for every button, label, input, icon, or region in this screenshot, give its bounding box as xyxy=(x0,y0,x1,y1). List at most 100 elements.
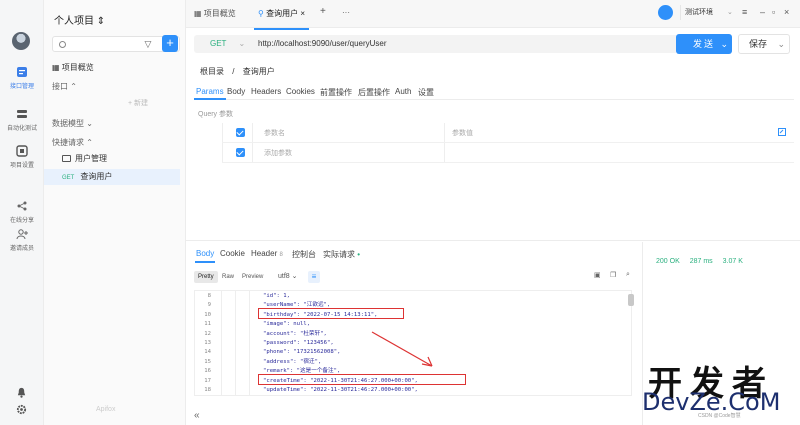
search-input[interactable] xyxy=(52,36,180,52)
item-label: 查询用户 xyxy=(80,172,113,181)
tab-query-user[interactable]: ⚲ 查询用户 × xyxy=(254,8,309,30)
scrollbar-thumb[interactable] xyxy=(628,294,634,306)
send-button[interactable]: 发送 ⌄ xyxy=(676,34,732,54)
rail-item-share[interactable]: 在线分享 xyxy=(0,200,44,224)
minimize-icon[interactable]: – xyxy=(760,7,765,17)
row-checkbox[interactable] xyxy=(236,148,245,157)
collapse-icon[interactable]: « xyxy=(194,410,200,421)
add-button[interactable]: + xyxy=(162,35,178,52)
rail-item-invite[interactable]: 邀请成员 xyxy=(0,228,44,252)
select-all-checkbox[interactable] xyxy=(236,128,245,137)
response-status: 200 OK 287 ms 3.07 K xyxy=(656,258,751,265)
sidebar-section-models[interactable]: 数据模型 ⌄ xyxy=(52,118,93,129)
close-icon[interactable]: × xyxy=(300,9,305,18)
refresh-icon[interactable] xyxy=(658,5,673,20)
tab-resp-cookie[interactable]: Cookie xyxy=(220,249,245,258)
sidebar-folder-user[interactable]: 用户管理 xyxy=(44,151,180,167)
add-param-input[interactable]: 添加参数 xyxy=(264,148,292,158)
rail-item-api-management[interactable]: 接口管理 xyxy=(0,66,44,90)
sidebar-item-query-user[interactable]: GET 查询用户 xyxy=(44,169,180,185)
tab-settings[interactable]: 设置 xyxy=(418,87,434,98)
raw-button[interactable]: Raw xyxy=(218,271,238,283)
table-header-row: 参数名 参数值 xyxy=(222,123,794,143)
chevron-down-icon: ⌄ xyxy=(86,119,93,128)
settings-icon xyxy=(16,145,28,157)
tab-bar: ▦ 项目概览 ⚲ 查询用户 × + ··· 测试环境 ⌄ ≡ – ▫ × xyxy=(186,0,800,30)
tab-resp-console[interactable]: 控制台 xyxy=(292,249,316,260)
url-input[interactable]: http://localhost:9090/user/queryUser xyxy=(250,35,676,53)
breadcrumb: 根目录 / 查询用户 xyxy=(200,66,275,77)
response-time: 287 ms xyxy=(689,258,713,265)
rail-item-label: 在线分享 xyxy=(9,218,34,224)
save-file-icon[interactable]: ▣ xyxy=(594,271,601,279)
params-table: 参数名 参数值 添加参数 xyxy=(222,123,794,165)
code-line: 8 "id": 1, xyxy=(207,293,290,299)
sidebar: 个人项目 ⇕ ▽ + ▦ 项目概览 接口 ⌃ + 新建 数据模型 ⌄ 快捷请求 … xyxy=(44,0,186,425)
breadcrumb-root[interactable]: 根目录 xyxy=(200,67,224,76)
folder-label: 用户管理 xyxy=(75,154,107,163)
encoding-select[interactable]: utf8 ⌄ xyxy=(274,271,302,283)
chevron-down-icon: ⌄ xyxy=(291,273,298,280)
new-button[interactable]: + 新建 xyxy=(98,98,178,111)
more-tabs-button[interactable]: ··· xyxy=(342,8,350,17)
tab-pre-ops[interactable]: 前置操作 xyxy=(320,87,352,98)
sidebar-section-api[interactable]: 接口 ⌃ xyxy=(52,81,77,92)
header-count-badge: 8 xyxy=(279,252,283,258)
table-row: 添加参数 xyxy=(222,143,794,163)
request-tabs: Params Body Headers Cookies 前置操作 后置操作 Au… xyxy=(194,84,794,100)
section-label: 快捷请求 xyxy=(52,138,84,147)
bell-icon[interactable] xyxy=(16,387,27,398)
method-select[interactable]: GET ⌄ xyxy=(194,35,250,53)
search-icon[interactable]: ⌕ xyxy=(626,271,630,279)
tab-headers[interactable]: Headers xyxy=(251,87,281,96)
rail-item-label: 邀请成员 xyxy=(9,246,34,252)
chevron-down-icon: ⌃ xyxy=(70,82,77,91)
chevron-down-icon[interactable]: ⌄ xyxy=(720,34,728,54)
grid-icon: ▦ xyxy=(52,63,60,72)
wrap-lines-icon[interactable]: ≡ xyxy=(308,271,320,283)
code-line: 11 "image": null, xyxy=(204,321,311,328)
tab-overview[interactable]: ▦ 项目概览 xyxy=(194,8,236,19)
highlight-birthday xyxy=(258,308,404,319)
sidebar-item-overview[interactable]: ▦ 项目概览 xyxy=(52,62,94,73)
rail-item-project-settings[interactable]: 项目设置 xyxy=(0,145,44,169)
avatar[interactable] xyxy=(12,32,30,50)
tab-cookies[interactable]: Cookies xyxy=(286,87,315,96)
project-title[interactable]: 个人项目 ⇕ xyxy=(54,12,105,27)
dot-icon: • xyxy=(355,250,361,259)
highlight-createtime xyxy=(258,374,466,385)
gear-icon[interactable] xyxy=(16,404,27,415)
rail-item-label: 项目设置 xyxy=(9,163,34,169)
tab-resp-header[interactable]: Header 8 xyxy=(251,249,283,258)
breadcrumb-sep: / xyxy=(232,67,235,76)
tab-body[interactable]: Body xyxy=(227,87,245,96)
code-line: 18 "updateTime": "2022-11-30T21:46:27.000… xyxy=(204,387,418,393)
new-tab-button[interactable]: + xyxy=(320,6,326,17)
col-name-header: 参数名 xyxy=(264,130,285,137)
copy-icon[interactable]: ❐ xyxy=(610,271,616,279)
method-badge: GET xyxy=(62,175,75,181)
maximize-icon[interactable]: ▫ xyxy=(772,7,775,17)
chevron-down-icon: ⌄ xyxy=(238,39,246,48)
environment-select[interactable]: 测试环境 ⌄ xyxy=(680,5,740,20)
pretty-button[interactable]: Pretty xyxy=(194,271,218,283)
tab-post-ops[interactable]: 后置操作 xyxy=(358,87,390,98)
add-user-icon xyxy=(16,229,28,240)
menu-icon[interactable]: ≡ xyxy=(742,7,747,17)
filter-icon[interactable]: ▽ xyxy=(140,36,156,52)
bulk-edit-icon[interactable] xyxy=(778,128,786,136)
window-close-icon[interactable]: × xyxy=(784,7,789,17)
tab-resp-actual[interactable]: 实际请求 • xyxy=(323,249,360,260)
sidebar-section-quick[interactable]: 快捷请求 ⌃ xyxy=(52,137,93,148)
save-button[interactable]: 保存 ⌄ xyxy=(738,34,790,54)
share-icon xyxy=(17,201,27,211)
tab-auth[interactable]: Auth xyxy=(395,87,411,96)
apifox-logo: Apifox xyxy=(96,406,116,413)
rail-item-auto-test[interactable]: 自动化测试 xyxy=(0,108,44,132)
left-rail: 接口管理 自动化测试 项目设置 在线分享 邀请成员 xyxy=(0,0,44,425)
tab-resp-body[interactable]: Body xyxy=(194,249,216,263)
chevron-down-icon[interactable]: ⌄ xyxy=(777,35,785,53)
preview-button[interactable]: Preview xyxy=(238,271,267,283)
rail-item-label: 接口管理 xyxy=(9,84,34,90)
tab-params[interactable]: Params xyxy=(194,87,226,100)
